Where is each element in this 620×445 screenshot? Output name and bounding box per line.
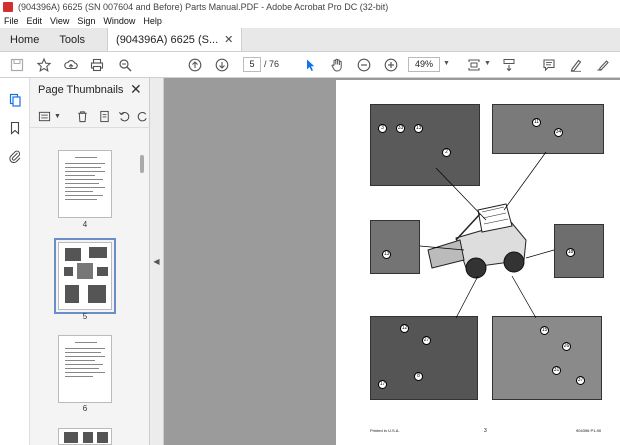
delete-trash-icon[interactable] bbox=[74, 108, 90, 124]
footer-page-number: 3 bbox=[484, 428, 487, 434]
zoom-in-icon[interactable] bbox=[382, 56, 400, 74]
tab-home[interactable]: Home bbox=[0, 28, 49, 51]
page-number-input[interactable]: 5 bbox=[243, 57, 261, 72]
menu-file[interactable]: File bbox=[0, 16, 23, 26]
callout: 18 bbox=[566, 248, 575, 257]
title-bar: (904396A) 6625 (SN 007604 and Before) Pa… bbox=[0, 0, 620, 14]
previous-page-icon[interactable] bbox=[186, 56, 204, 74]
callout: 17 bbox=[378, 380, 387, 389]
callout: 11 bbox=[532, 118, 541, 127]
collapse-arrow-icon[interactable]: ◀ bbox=[153, 257, 159, 266]
next-page-icon[interactable] bbox=[213, 56, 231, 74]
page-thumbnails-icon[interactable] bbox=[7, 92, 23, 108]
document-page: 3 33 13 2 11 34 13 18 12 27 17 8 15 26 3… bbox=[336, 80, 620, 445]
save-icon[interactable] bbox=[8, 56, 26, 74]
callout: 37 bbox=[576, 376, 585, 385]
leader-lines bbox=[419, 151, 555, 319]
callout: 2 bbox=[442, 148, 451, 157]
window-title: (904396A) 6625 (SN 007604 and Before) Pa… bbox=[18, 2, 389, 12]
options-menu-icon[interactable] bbox=[36, 108, 52, 124]
panel-collapse-handle[interactable]: ◀ bbox=[150, 78, 164, 445]
scroll-mode-icon[interactable] bbox=[500, 56, 518, 74]
insert-page-icon[interactable] bbox=[96, 108, 112, 124]
page-thumbnail-selected[interactable] bbox=[54, 238, 116, 314]
callout: 34 bbox=[554, 128, 563, 137]
bookmarks-icon[interactable] bbox=[7, 120, 23, 136]
left-navigation-rail bbox=[0, 78, 30, 445]
bookmark-star-icon[interactable] bbox=[35, 56, 53, 74]
callout: 15 bbox=[540, 326, 549, 335]
callout: 13 bbox=[414, 124, 423, 133]
page-thumbnail[interactable] bbox=[58, 335, 112, 403]
footer-printed-in: Printed in U.S.A. bbox=[370, 428, 400, 433]
tab-bar: Home Tools (904396A) 6625 (S... ✕ bbox=[0, 28, 620, 52]
zoom-level-input[interactable]: 49% bbox=[408, 57, 440, 72]
zoom-search-icon[interactable] bbox=[116, 56, 134, 74]
document-tab-label: (904396A) 6625 (S... bbox=[116, 33, 219, 46]
page-thumbnail[interactable] bbox=[58, 150, 112, 218]
page-thumbnails-panel: Page Thumbnails ✕ ▼ 4 5 6 bbox=[30, 78, 150, 445]
callout: 33 bbox=[396, 124, 405, 133]
fit-page-icon[interactable] bbox=[465, 56, 483, 74]
tab-document[interactable]: (904396A) 6625 (S... ✕ bbox=[107, 28, 243, 51]
menu-edit[interactable]: Edit bbox=[23, 16, 47, 26]
close-panel-icon[interactable]: ✕ bbox=[130, 81, 142, 98]
menu-bar: File Edit View Sign Window Help bbox=[0, 14, 620, 28]
highlight-pen-icon[interactable] bbox=[567, 56, 585, 74]
hand-tool-icon[interactable] bbox=[328, 56, 346, 74]
zoom-out-icon[interactable] bbox=[355, 56, 373, 74]
thumbnail-toolbar: ▼ bbox=[30, 104, 150, 128]
callout: 27 bbox=[422, 336, 431, 345]
menu-sign[interactable]: Sign bbox=[73, 16, 99, 26]
page-thumbnail[interactable] bbox=[58, 428, 112, 445]
page-total: / 76 bbox=[264, 59, 280, 69]
footer-form-number: 904396 P1-90 bbox=[576, 428, 602, 433]
print-icon[interactable] bbox=[88, 56, 106, 74]
menu-window[interactable]: Window bbox=[99, 16, 139, 26]
options-dropdown-icon[interactable]: ▼ bbox=[54, 113, 61, 120]
callout: 3 bbox=[378, 124, 387, 133]
thumbnail-label: 6 bbox=[82, 404, 88, 413]
select-cursor-icon[interactable] bbox=[301, 56, 319, 74]
panel-scrollbar[interactable] bbox=[140, 155, 144, 173]
callout: 26 bbox=[562, 342, 571, 351]
document-viewer: 3 33 13 2 11 34 13 18 12 27 17 8 15 26 3… bbox=[164, 78, 620, 445]
zoom-dropdown-icon[interactable]: ▼ bbox=[443, 60, 450, 67]
close-tab-icon[interactable]: ✕ bbox=[224, 33, 233, 46]
rotate-clockwise-icon[interactable] bbox=[134, 108, 150, 124]
thumbnail-label: 4 bbox=[82, 220, 88, 229]
tab-tools[interactable]: Tools bbox=[49, 28, 95, 51]
callout: 12 bbox=[400, 324, 409, 333]
acrobat-icon bbox=[3, 2, 13, 12]
upload-cloud-icon[interactable] bbox=[62, 56, 80, 74]
rotate-counterclockwise-icon[interactable] bbox=[116, 108, 132, 124]
comment-icon[interactable] bbox=[540, 56, 558, 74]
main-toolbar: 5 / 76 49% ▼ ▼ bbox=[0, 52, 620, 78]
menu-help[interactable]: Help bbox=[139, 16, 166, 26]
menu-view[interactable]: View bbox=[46, 16, 73, 26]
callout: 31 bbox=[552, 366, 561, 375]
sign-pen-icon[interactable] bbox=[594, 56, 612, 74]
panel-title: Page Thumbnails bbox=[38, 84, 124, 96]
fit-dropdown-icon[interactable]: ▼ bbox=[484, 60, 491, 67]
thumbnail-label: 5 bbox=[82, 312, 88, 321]
attachment-paperclip-icon[interactable] bbox=[7, 148, 23, 164]
callout: 8 bbox=[414, 372, 423, 381]
callout: 13 bbox=[382, 250, 391, 259]
